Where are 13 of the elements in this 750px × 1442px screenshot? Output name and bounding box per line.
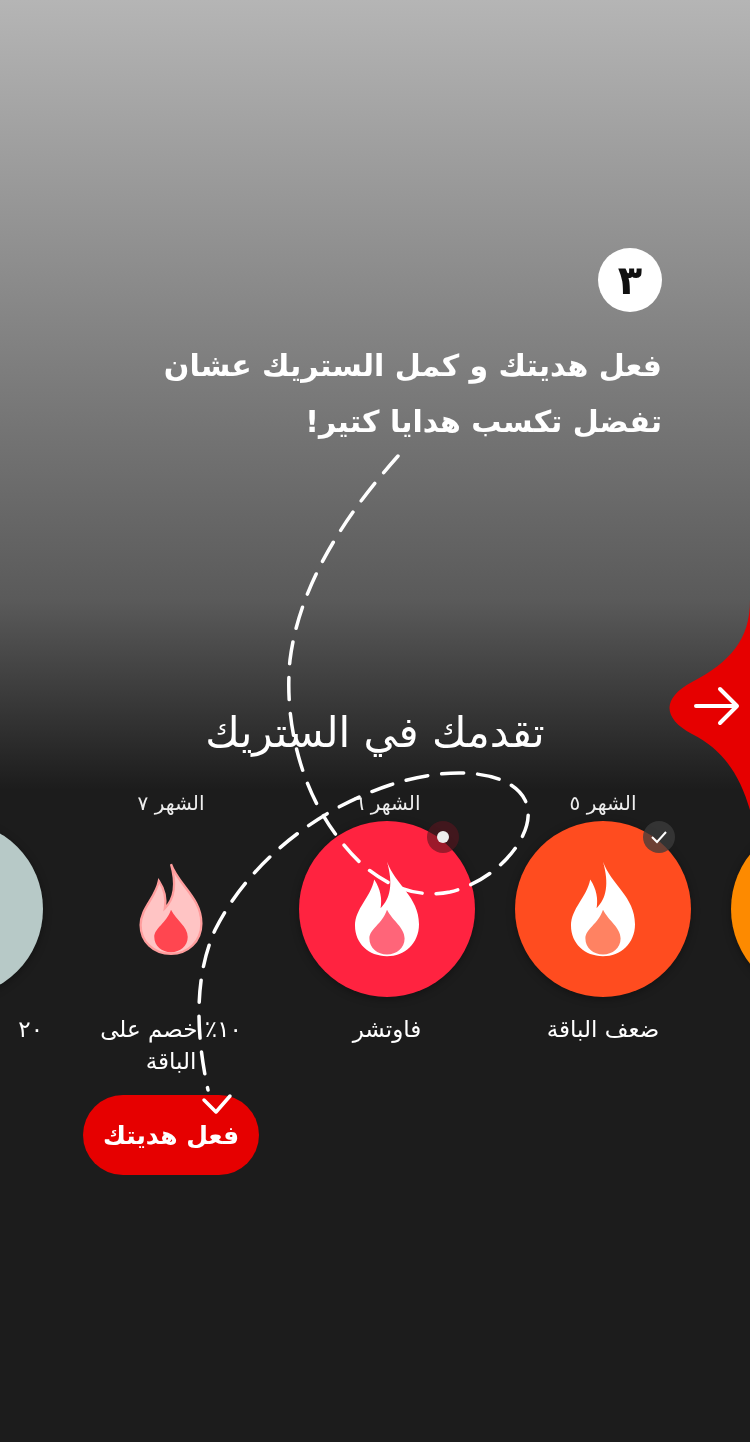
reward-text: فاوتشر [350, 1015, 423, 1045]
reward-text: ضعف الباقة [545, 1015, 661, 1044]
month-label: الشهر ٧ [137, 791, 205, 817]
arrow-icon [694, 687, 739, 725]
check-icon [643, 821, 675, 853]
step-instruction: فعل هديتك و كمل الستريك عشان تفضل تكسب هدايا كتير! [162, 347, 662, 441]
reward-text: ١٠٪ خصم على الباقة [99, 1015, 243, 1076]
activate-gift-button[interactable]: فعل هديتك [83, 1095, 259, 1175]
reward-text: ٢٠ [17, 1015, 43, 1044]
streak-title: تقدمك في الستريك [204, 708, 546, 757]
month-label: الشهر ٥ [569, 791, 637, 817]
current-dot-icon [427, 821, 459, 853]
step-number: ٣ [598, 248, 662, 312]
